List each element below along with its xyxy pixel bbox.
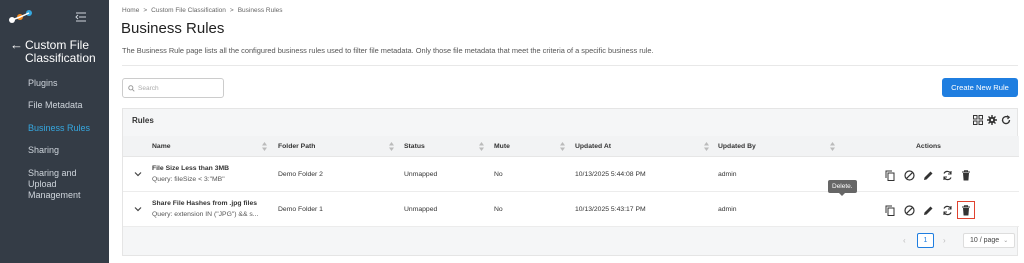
settings-gear-icon[interactable] bbox=[987, 115, 997, 125]
page-description: The Business Rule page lists all the con… bbox=[122, 46, 654, 55]
disable-icon[interactable] bbox=[903, 204, 915, 216]
breadcrumb-current: Business Rules bbox=[237, 7, 283, 14]
column-header-actions: Actions bbox=[916, 143, 941, 150]
mute-cell: No bbox=[494, 171, 503, 178]
sidebar-item-sharing-upload-management[interactable]: Sharing and Upload Management bbox=[28, 168, 106, 201]
sort-icon[interactable] bbox=[560, 142, 565, 151]
breadcrumb-separator: > bbox=[229, 7, 234, 14]
sidebar: ← Custom File Classification Plugins Fil… bbox=[0, 0, 109, 263]
column-header-folder-path[interactable]: Folder Path bbox=[278, 143, 315, 150]
sort-icon[interactable] bbox=[704, 142, 709, 151]
divider bbox=[122, 65, 1018, 66]
sync-icon[interactable] bbox=[941, 169, 953, 181]
pagination-prev-icon[interactable]: ‹ bbox=[903, 236, 906, 245]
search-input[interactable]: Search bbox=[122, 78, 224, 98]
column-header-name[interactable]: Name bbox=[152, 143, 171, 150]
row-actions bbox=[884, 169, 972, 181]
refresh-icon[interactable] bbox=[1001, 115, 1011, 125]
sort-icon[interactable] bbox=[262, 142, 267, 151]
pagination: ‹ 1 › 10 / page ⌄ bbox=[123, 231, 1019, 253]
folder-path-cell: Demo Folder 2 bbox=[278, 171, 323, 178]
status-cell: Unmapped bbox=[404, 206, 438, 213]
copy-icon[interactable] bbox=[884, 204, 896, 216]
updated-by-cell: admin bbox=[718, 206, 737, 213]
pagination-current-page[interactable]: 1 bbox=[917, 233, 934, 248]
create-new-rule-button[interactable]: Create New Rule bbox=[942, 78, 1018, 97]
breadcrumb-section[interactable]: Custom File Classification bbox=[151, 7, 226, 14]
menu-collapse-icon[interactable] bbox=[75, 11, 87, 23]
status-cell: Unmapped bbox=[404, 171, 438, 178]
grid-view-icon[interactable] bbox=[973, 115, 983, 125]
chevron-down-icon[interactable] bbox=[134, 205, 142, 213]
section-title: Custom File Classification bbox=[25, 38, 96, 65]
rules-panel: Rules Name Folder Path Status Mute Updat… bbox=[122, 108, 1019, 256]
main-content: Home > Custom File Classification > Business… bbox=[109, 0, 1024, 263]
back-to-section[interactable]: ← Custom File Classification bbox=[10, 38, 105, 65]
rule-name[interactable]: File Size Less than 3MB bbox=[152, 165, 229, 172]
sync-icon[interactable] bbox=[941, 204, 953, 216]
search-placeholder: Search bbox=[138, 84, 159, 92]
delete-tooltip: Delete. bbox=[828, 180, 857, 196]
updated-at-cell: 10/13/2025 5:44:08 PM bbox=[575, 171, 646, 178]
sidebar-item-file-metadata[interactable]: File Metadata bbox=[28, 100, 83, 111]
updated-by-cell: admin bbox=[718, 171, 737, 178]
sidebar-item-plugins[interactable]: Plugins bbox=[28, 78, 58, 89]
sort-icon[interactable] bbox=[389, 142, 394, 151]
column-header-updated-by[interactable]: Updated By bbox=[718, 143, 756, 150]
sidebar-item-sharing[interactable]: Sharing bbox=[28, 145, 59, 156]
breadcrumb: Home > Custom File Classification > Business… bbox=[122, 7, 283, 14]
column-header-mute[interactable]: Mute bbox=[494, 143, 510, 150]
search-icon bbox=[128, 84, 135, 92]
page-size-value: 10 / page bbox=[970, 237, 1000, 244]
panel-tools bbox=[973, 115, 1011, 125]
folder-path-cell: Demo Folder 1 bbox=[278, 206, 323, 213]
table-row: Share File Hashes from .jpg files Query:… bbox=[123, 192, 1019, 227]
column-header-updated-at[interactable]: Updated At bbox=[575, 143, 611, 150]
table-row: File Size Less than 3MB Query: fileSize … bbox=[123, 157, 1019, 192]
breadcrumb-separator: > bbox=[143, 7, 148, 14]
breadcrumb-home[interactable]: Home bbox=[122, 7, 139, 14]
trash-icon[interactable] bbox=[957, 201, 975, 219]
copy-icon[interactable] bbox=[884, 169, 896, 181]
rule-query: Query: fileSize < 3:"MB" bbox=[152, 176, 225, 183]
back-arrow-icon[interactable]: ← bbox=[10, 38, 23, 51]
page-title: Business Rules bbox=[121, 20, 225, 37]
mute-cell: No bbox=[494, 206, 503, 213]
sort-icon[interactable] bbox=[830, 142, 835, 151]
edit-pencil-icon[interactable] bbox=[922, 204, 934, 216]
app-logo-icon[interactable] bbox=[8, 9, 34, 25]
row-actions bbox=[884, 201, 975, 219]
rule-name[interactable]: Share File Hashes from .jpg files bbox=[152, 200, 257, 207]
updated-at-cell: 10/13/2025 5:43:17 PM bbox=[575, 206, 646, 213]
panel-title: Rules bbox=[132, 116, 154, 125]
edit-pencil-icon[interactable] bbox=[922, 169, 934, 181]
rule-query: Query: extension IN ("JPG") && s... bbox=[152, 211, 259, 218]
disable-icon[interactable] bbox=[903, 169, 915, 181]
sidebar-item-business-rules[interactable]: Business Rules bbox=[28, 123, 90, 134]
chevron-down-icon: ⌄ bbox=[1003, 238, 1009, 244]
rules-table: Name Folder Path Status Mute Updated At … bbox=[123, 136, 1019, 227]
page-size-select[interactable]: 10 / page ⌄ bbox=[963, 233, 1015, 248]
column-header-status[interactable]: Status bbox=[404, 143, 425, 150]
trash-icon[interactable] bbox=[960, 169, 972, 181]
chevron-down-icon[interactable] bbox=[134, 170, 142, 178]
pagination-next-icon[interactable]: › bbox=[943, 236, 946, 245]
table-header: Name Folder Path Status Mute Updated At … bbox=[123, 136, 1019, 157]
sort-icon[interactable] bbox=[479, 142, 484, 151]
